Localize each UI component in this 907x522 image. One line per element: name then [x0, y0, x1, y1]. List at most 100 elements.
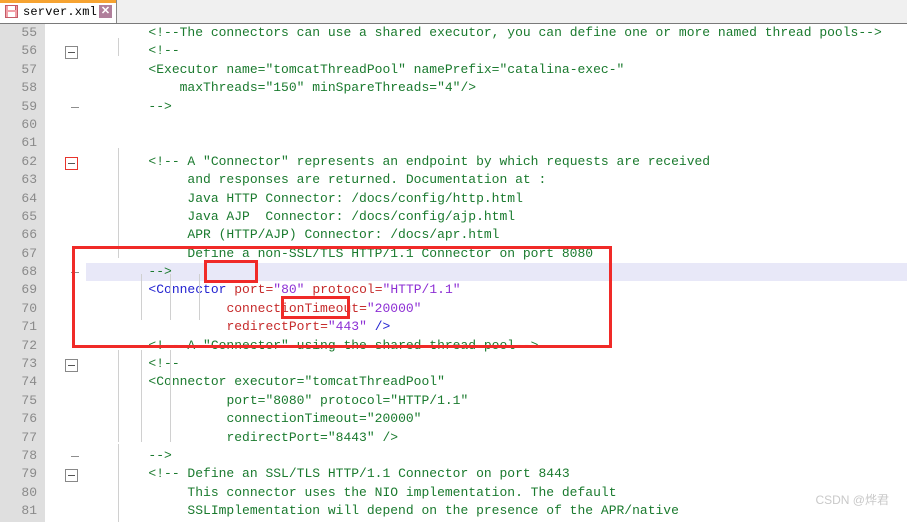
code-line[interactable]: 72 <!-- A "Connector" using the shared t…: [0, 336, 907, 356]
code-line[interactable]: 56 <!--: [0, 42, 907, 61]
code-text[interactable]: redirectPort="8443" />: [86, 429, 907, 447]
line-number: 63: [0, 171, 45, 190]
indent-guide: [141, 350, 142, 442]
fold-collapse-icon[interactable]: [65, 359, 78, 373]
code-token: connectionTimeout: [226, 300, 360, 316]
code-text[interactable]: -->: [86, 447, 907, 465]
code-line[interactable]: 70 connectionTimeout="20000": [0, 299, 907, 319]
code-line[interactable]: 55 <!--The connectors can use a shared e…: [0, 24, 907, 43]
code-text[interactable]: [86, 134, 907, 152]
code-line[interactable]: 57 <Executor name="tomcatThreadPool" nam…: [0, 60, 907, 80]
code-text[interactable]: Java HTTP Connector: /docs/config/http.h…: [86, 190, 907, 208]
code-editor[interactable]: 55 <!--The connectors can use a shared e…: [0, 24, 907, 522]
code-text[interactable]: [86, 116, 907, 134]
fold-collapse-icon[interactable]: [65, 46, 78, 60]
code-text[interactable]: connectionTimeout="20000": [86, 300, 907, 318]
code-token: redirectPort="8443" />: [226, 429, 399, 445]
code-token: <Connector: [148, 282, 227, 298]
code-line[interactable]: 58 maxThreads="150" minSpareThreads="4"/…: [0, 79, 907, 98]
code-text[interactable]: redirectPort="443" />: [86, 318, 907, 336]
code-line[interactable]: 60: [0, 115, 907, 135]
code-text[interactable]: <!-- Define an SSL/TLS HTTP/1.1 Connecto…: [86, 465, 907, 483]
code-line[interactable]: 62 <!-- A "Connector" represents an endp…: [0, 152, 907, 172]
code-token: and responses are returned. Documentatio…: [187, 172, 547, 188]
code-line[interactable]: 59 -->: [0, 97, 907, 116]
code-token: port: [234, 282, 266, 298]
code-line[interactable]: 71 redirectPort="443" />: [0, 318, 907, 337]
code-text[interactable]: port="8080" protocol="HTTP/1.1": [86, 392, 907, 410]
line-number: 68: [0, 263, 45, 282]
code-line[interactable]: 64 Java HTTP Connector: /docs/config/htt…: [0, 189, 907, 208]
code-token: -->: [148, 98, 172, 114]
code-text[interactable]: Define a non-SSL/TLS HTTP/1.1 Connector …: [86, 245, 907, 263]
code-line[interactable]: 68 -->: [0, 263, 907, 282]
fold-end-marker: [71, 106, 79, 108]
code-text[interactable]: -->: [86, 263, 907, 282]
code-text[interactable]: <!--: [86, 42, 907, 60]
line-number: 81: [0, 502, 45, 521]
code-text[interactable]: <!--The connectors can use a shared exec…: [86, 24, 907, 42]
line-number: 69: [0, 281, 45, 300]
code-line[interactable]: 75 port="8080" protocol="HTTP/1.1": [0, 391, 907, 411]
code-text[interactable]: <Executor name="tomcatThreadPool" namePr…: [86, 61, 907, 79]
tab-server-xml[interactable]: server.xml ✕: [0, 0, 118, 23]
line-number: 70: [0, 299, 45, 319]
code-text[interactable]: <!-- A "Connector" represents an endpoin…: [86, 153, 907, 171]
fold-collapse-icon[interactable]: [65, 156, 78, 170]
code-text[interactable]: and responses are returned. Documentatio…: [86, 171, 907, 189]
code-lines-container: 55 <!--The connectors can use a shared e…: [0, 24, 907, 522]
code-text[interactable]: APR (HTTP/AJP) Connector: /docs/apr.html: [86, 226, 907, 244]
code-token: -->: [148, 447, 172, 463]
code-token: =: [374, 282, 383, 298]
code-text[interactable]: <!--: [86, 355, 907, 373]
code-line[interactable]: 61: [0, 134, 907, 153]
code-text[interactable]: <Connector port="80" protocol="HTTP/1.1": [86, 281, 907, 299]
code-line[interactable]: 67 Define a non-SSL/TLS HTTP/1.1 Connect…: [0, 244, 907, 264]
code-text[interactable]: This connector uses the NIO implementati…: [86, 484, 907, 502]
watermark: CSDN @烨君: [815, 493, 889, 507]
line-number: 67: [0, 244, 45, 264]
line-number: 64: [0, 189, 45, 208]
code-text[interactable]: <!-- A "Connector" using the shared thre…: [86, 337, 907, 355]
code-line[interactable]: 77 redirectPort="8443" />: [0, 428, 907, 447]
code-token: SSLImplementation will depend on the pre…: [187, 503, 679, 519]
code-token: Define a non-SSL/TLS HTTP/1.1 Connector …: [187, 245, 594, 261]
code-line[interactable]: 69 <Connector port="80" protocol="HTTP/1…: [0, 281, 907, 300]
code-line[interactable]: 76 connectionTimeout="20000": [0, 410, 907, 429]
code-line[interactable]: 74 <Connector executor="tomcatThreadPool…: [0, 373, 907, 392]
code-line[interactable]: 65 Java AJP Connector: /docs/config/ajp.…: [0, 207, 907, 227]
indent-guide: [118, 148, 119, 258]
code-text[interactable]: maxThreads="150" minSpareThreads="4"/>: [86, 79, 907, 97]
code-text[interactable]: Java AJP Connector: /docs/config/ajp.htm…: [86, 208, 907, 226]
code-line[interactable]: 66 APR (HTTP/AJP) Connector: /docs/apr.h…: [0, 226, 907, 245]
code-text[interactable]: -->: [86, 98, 907, 116]
code-line[interactable]: 79 <!-- Define an SSL/TLS HTTP/1.1 Conne…: [0, 465, 907, 484]
line-number: 58: [0, 79, 45, 98]
close-x-icon[interactable]: ✕: [99, 5, 113, 18]
fold-collapse-icon[interactable]: [65, 469, 78, 483]
code-token: <!--: [148, 43, 180, 59]
code-token: />: [374, 319, 391, 335]
code-line[interactable]: 80 This connector uses the NIO implement…: [0, 483, 907, 503]
code-line[interactable]: 81 SSLImplementation will depend on the …: [0, 502, 907, 521]
code-line[interactable]: 78 -->: [0, 446, 907, 466]
code-line[interactable]: 73 <!--: [0, 355, 907, 374]
code-token: <Executor name="tomcatThreadPool" namePr…: [148, 61, 625, 77]
code-token: =: [359, 300, 367, 316]
fold-end-marker: [71, 455, 79, 457]
code-text[interactable]: SSLImplementation will depend on the pre…: [86, 502, 907, 520]
code-token: maxThreads="150" minSpareThreads="4"/>: [179, 80, 477, 96]
code-text[interactable]: <Connector executor="tomcatThreadPool": [86, 373, 907, 391]
code-token: <!--: [148, 356, 180, 372]
code-line[interactable]: 63 and responses are returned. Documenta…: [0, 171, 907, 190]
code-token: Java HTTP Connector: /docs/config/http.h…: [187, 190, 523, 206]
code-text[interactable]: connectionTimeout="20000": [86, 410, 907, 428]
